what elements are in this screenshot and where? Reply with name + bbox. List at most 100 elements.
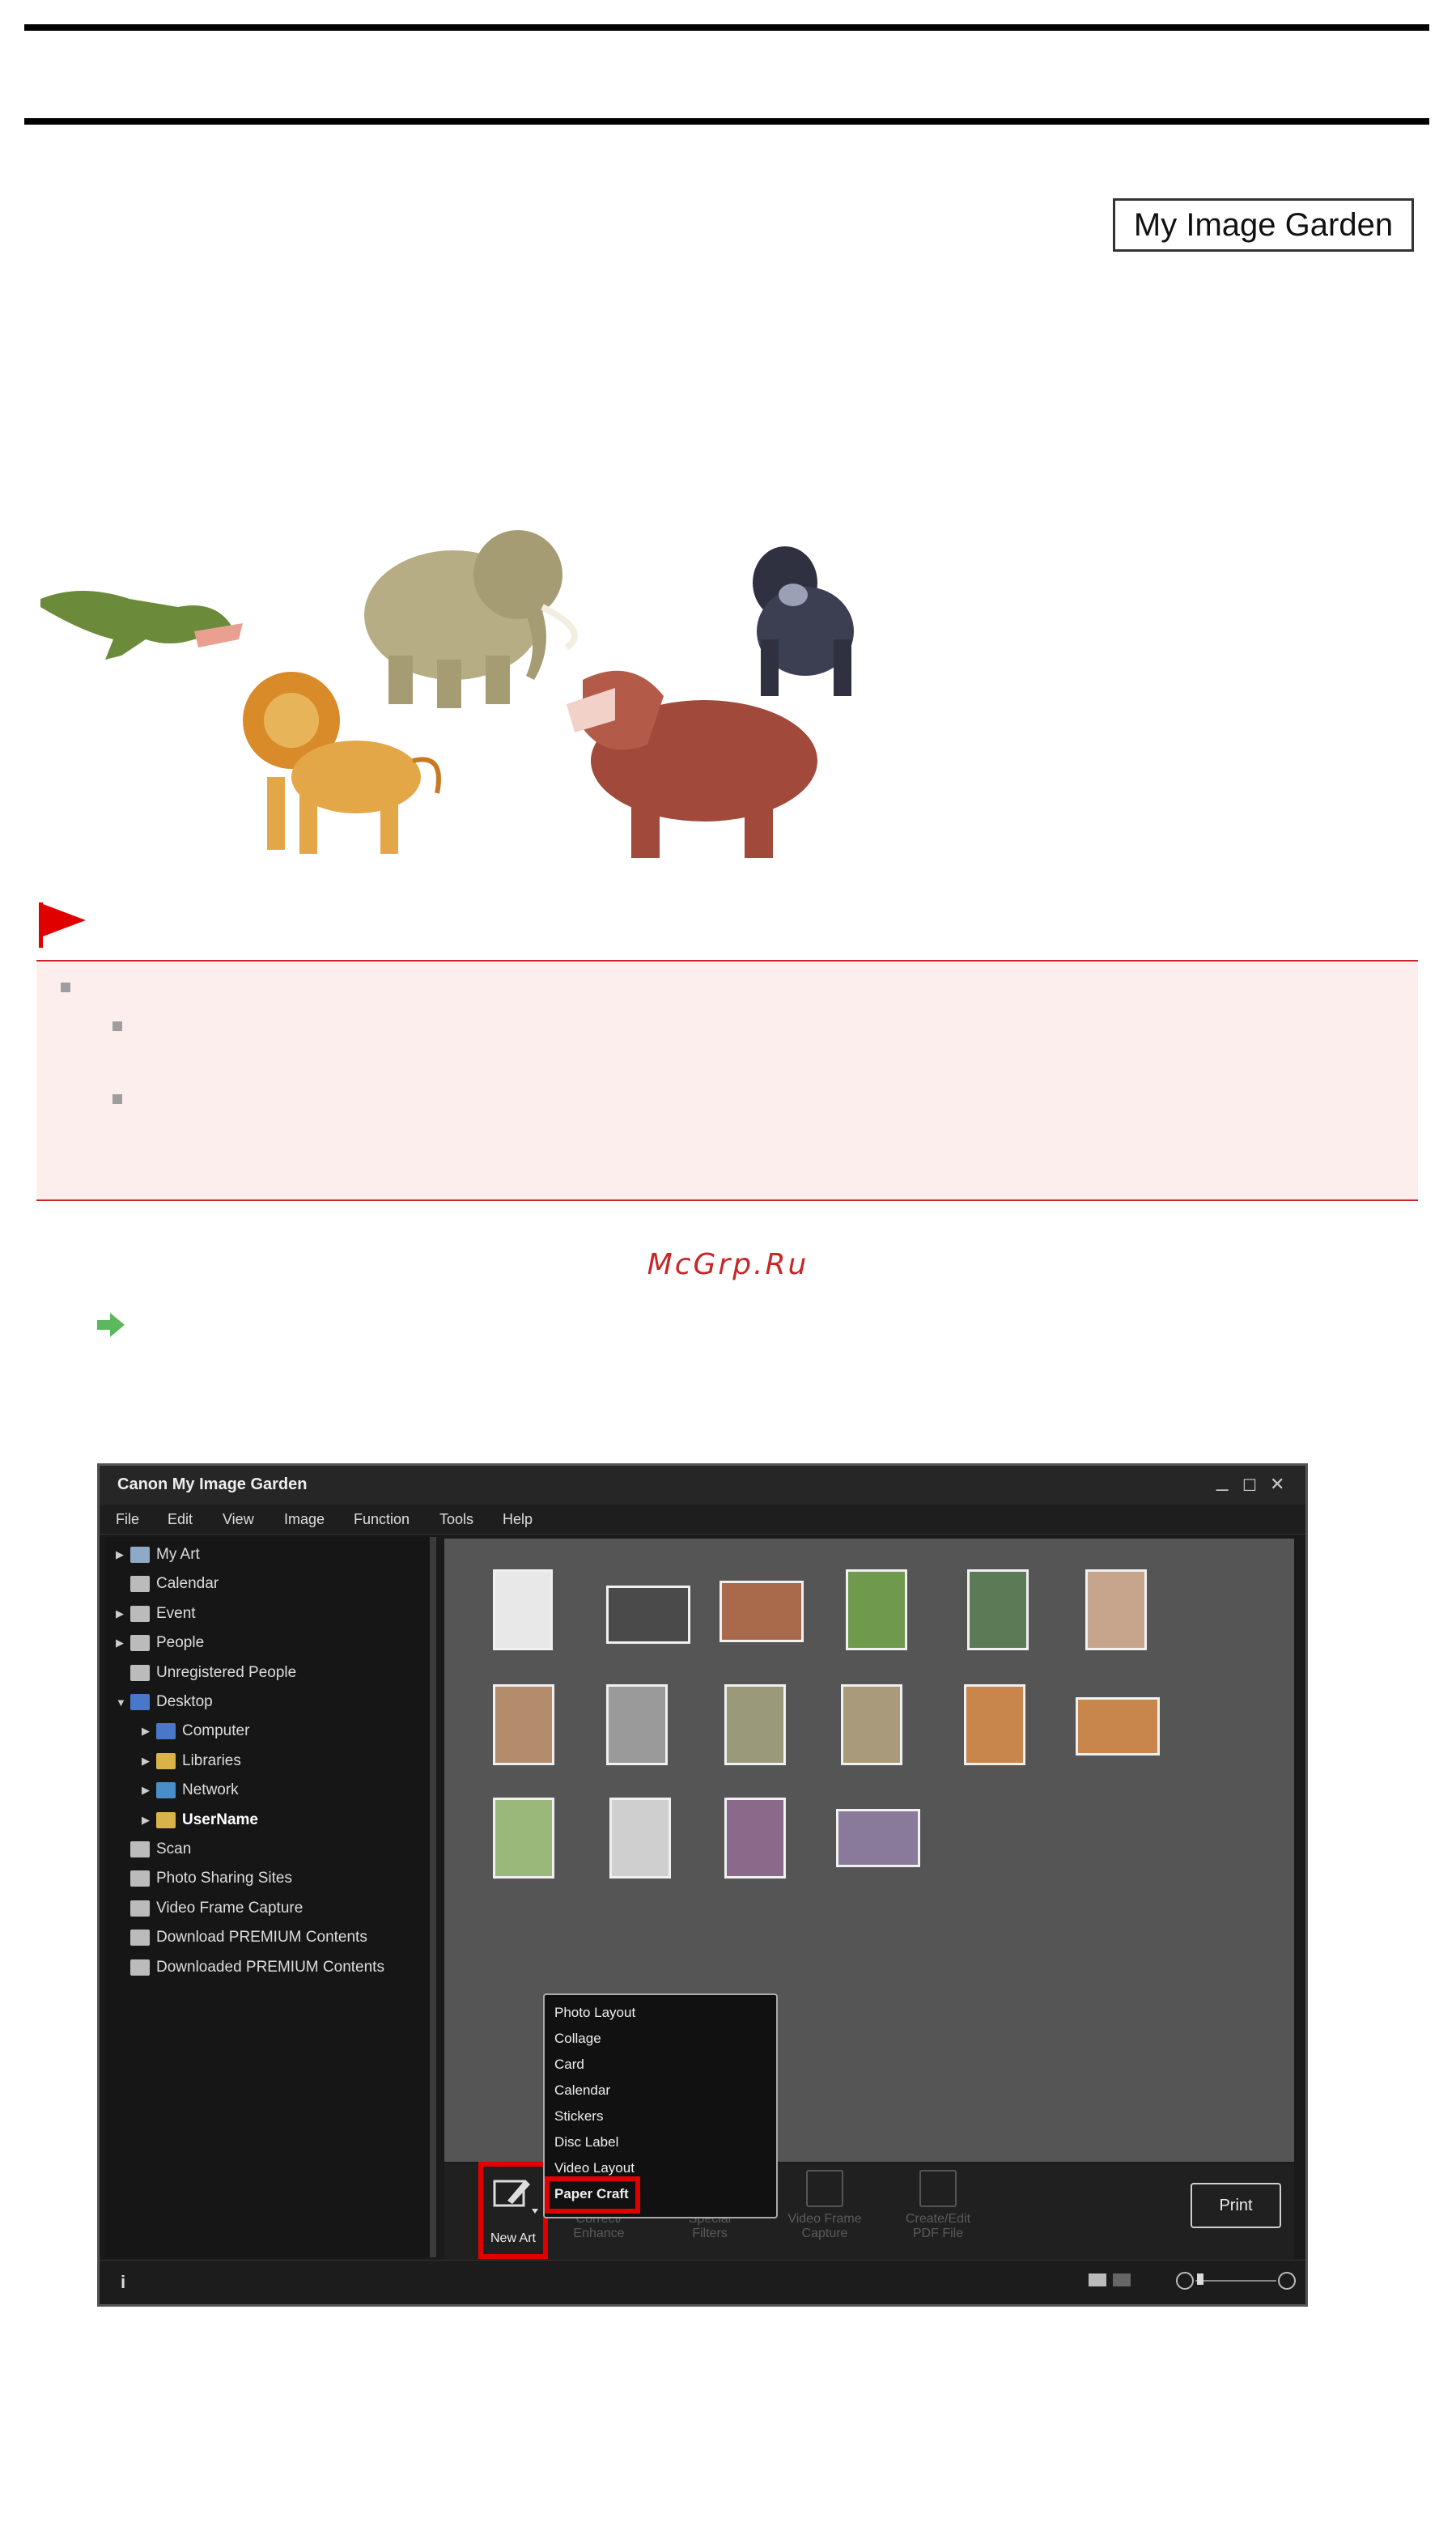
- sidebar-item-label: Video Frame Capture: [156, 1899, 304, 1917]
- sidebar-item[interactable]: Video Frame Capture: [116, 1897, 303, 1920]
- expand-arrow-icon[interactable]: ▶: [142, 1725, 156, 1738]
- list-view-icon[interactable]: [1113, 2273, 1131, 2286]
- menu-edit[interactable]: Edit: [168, 1511, 193, 1528]
- sub-bullet-icon: [112, 1094, 122, 1104]
- photo-thumbnail[interactable]: [841, 1684, 902, 1765]
- sidebar-item[interactable]: ▼ Desktop: [116, 1691, 213, 1713]
- photo-thumbnail[interactable]: [606, 1684, 668, 1765]
- menu-item-video-layout[interactable]: Video Layout: [554, 2160, 635, 2176]
- photo-thumbnail[interactable]: [493, 1798, 554, 1879]
- sidebar-item[interactable]: ▶ People: [116, 1632, 204, 1654]
- info-icon[interactable]: i: [121, 2272, 125, 2293]
- menu-image[interactable]: Image: [284, 1511, 325, 1528]
- computer-icon: [156, 1723, 176, 1740]
- photo-thumbnail[interactable]: [836, 1809, 920, 1867]
- sidebar-item[interactable]: Scan: [116, 1838, 191, 1861]
- menu-item-collage[interactable]: Collage: [554, 2031, 601, 2047]
- print-button[interactable]: Print: [1191, 2183, 1281, 2228]
- menu-view[interactable]: View: [223, 1511, 254, 1528]
- photo-thumbnail[interactable]: [720, 1581, 804, 1642]
- menu-tools[interactable]: Tools: [439, 1511, 473, 1528]
- sidebar-item[interactable]: Unregistered People: [116, 1662, 296, 1684]
- photo-thumbnail[interactable]: [724, 1798, 786, 1879]
- important-note-box: [36, 960, 1418, 1201]
- photo-thumbnail[interactable]: [1076, 1697, 1160, 1755]
- sidebar-item[interactable]: ▶ Network: [142, 1779, 239, 1802]
- maximize-button[interactable]: ☐: [1242, 1475, 1257, 1496]
- sidebar-item[interactable]: Calendar: [116, 1573, 219, 1595]
- libraries-icon: [156, 1752, 176, 1769]
- minimize-button[interactable]: _: [1216, 1467, 1228, 1492]
- status-bar: i: [100, 2260, 1305, 2304]
- sidebar-tree: ▶ My Art Calendar ▶ Event ▶ People Unregistered…: [104, 1537, 436, 2257]
- crocodile-model: [40, 591, 243, 660]
- expand-arrow-icon[interactable]: ▶: [116, 1637, 130, 1649]
- menu-item-card[interactable]: Card: [554, 2057, 584, 2073]
- photo-thumbnail[interactable]: [967, 1569, 1029, 1650]
- sidebar-item-label: Calendar: [156, 1575, 219, 1593]
- sidebar-item-label: Scan: [156, 1840, 192, 1857]
- expand-arrow-icon[interactable]: ▶: [116, 1548, 130, 1561]
- photo-thumbnail[interactable]: [493, 1684, 554, 1765]
- video-frame-capture-icon: [806, 2170, 843, 2207]
- sidebar-item[interactable]: ▶ My Art: [116, 1543, 200, 1566]
- sidebar-item-label: People: [156, 1634, 205, 1652]
- menu-file[interactable]: File: [116, 1511, 139, 1528]
- zoom-in-icon[interactable]: [1278, 2272, 1296, 2290]
- zoom-handle[interactable]: [1197, 2273, 1203, 2285]
- photo-thumbnail[interactable]: [493, 1569, 553, 1650]
- top-rule: [24, 24, 1429, 31]
- menu-item-calendar[interactable]: Calendar: [554, 2082, 610, 2099]
- sidebar-item[interactable]: Downloaded PREMIUM Contents: [116, 1956, 384, 1979]
- menu-item-photo-layout[interactable]: Photo Layout: [554, 2005, 635, 2021]
- grid-view-icon[interactable]: [1089, 2273, 1106, 2286]
- window-title: Canon My Image Garden: [117, 1475, 308, 1493]
- zoom-out-icon[interactable]: [1176, 2272, 1194, 2290]
- sidebar-item[interactable]: ▶ Libraries: [142, 1750, 241, 1772]
- expand-arrow-icon[interactable]: ▶: [142, 1755, 156, 1768]
- video-frame-capture-button[interactable]: Video Frame Capture: [784, 2170, 865, 2241]
- expand-arrow-icon[interactable]: ▶: [142, 1814, 156, 1827]
- photo-thumbnail[interactable]: [1085, 1569, 1147, 1650]
- new-art-button[interactable]: New Art: [478, 2162, 548, 2259]
- photo-thumbnail[interactable]: [724, 1684, 786, 1765]
- photo-thumbnail[interactable]: [606, 1586, 690, 1644]
- menu-bar: File Edit View Image Function Tools Help: [100, 1505, 1305, 1535]
- title-bar: Canon My Image Garden _ ☐ ✕: [100, 1466, 1305, 1505]
- menu-item-stickers[interactable]: Stickers: [554, 2108, 603, 2125]
- expand-arrow-icon[interactable]: ▼: [116, 1696, 130, 1709]
- user-folder-icon: [156, 1811, 176, 1828]
- desktop-icon: [130, 1694, 150, 1710]
- menu-item-disc-label[interactable]: Disc Label: [554, 2134, 618, 2150]
- sidebar-item[interactable]: ▶ Computer: [142, 1720, 249, 1743]
- new-art-icon: [493, 2180, 538, 2214]
- menu-function[interactable]: Function: [354, 1511, 410, 1528]
- important-flag-icon: [39, 902, 86, 948]
- create-pdf-button[interactable]: Create/Edit PDF File: [898, 2170, 978, 2241]
- sidebar-item[interactable]: Download PREMIUM Contents: [116, 1926, 367, 1949]
- sidebar-item-label: Computer: [182, 1722, 250, 1740]
- product-badge: My Image Garden: [1113, 198, 1414, 252]
- create-pdf-label: Create/Edit PDF File: [905, 2212, 971, 2240]
- expand-arrow-icon[interactable]: ▶: [116, 1607, 130, 1620]
- sidebar-item-label: Event: [156, 1604, 196, 1622]
- sidebar-item[interactable]: ▶ UserName: [142, 1809, 258, 1832]
- video-frame-icon: [130, 1900, 150, 1917]
- sidebar-item[interactable]: ▶ Event: [116, 1603, 196, 1625]
- sidebar-item-label: Downloaded PREMIUM Contents: [156, 1958, 384, 1976]
- photo-thumbnail[interactable]: [609, 1798, 671, 1879]
- sidebar-item-label: Network: [182, 1781, 239, 1799]
- zoom-slider[interactable]: [1195, 2280, 1276, 2282]
- pdf-icon: [919, 2170, 957, 2207]
- photo-thumbnail[interactable]: [964, 1684, 1025, 1765]
- photo-thumbnail[interactable]: [846, 1569, 907, 1650]
- close-button[interactable]: ✕: [1270, 1474, 1284, 1495]
- sidebar-item-label: Libraries: [182, 1751, 241, 1769]
- photo-sharing-icon: [130, 1870, 150, 1887]
- network-icon: [156, 1782, 176, 1799]
- folder-icon: [130, 1959, 150, 1976]
- menu-help[interactable]: Help: [503, 1511, 533, 1528]
- app-window: Canon My Image Garden _ ☐ ✕ File Edit Vi…: [97, 1463, 1308, 2307]
- sidebar-item[interactable]: Photo Sharing Sites: [116, 1867, 292, 1890]
- expand-arrow-icon[interactable]: ▶: [142, 1784, 156, 1797]
